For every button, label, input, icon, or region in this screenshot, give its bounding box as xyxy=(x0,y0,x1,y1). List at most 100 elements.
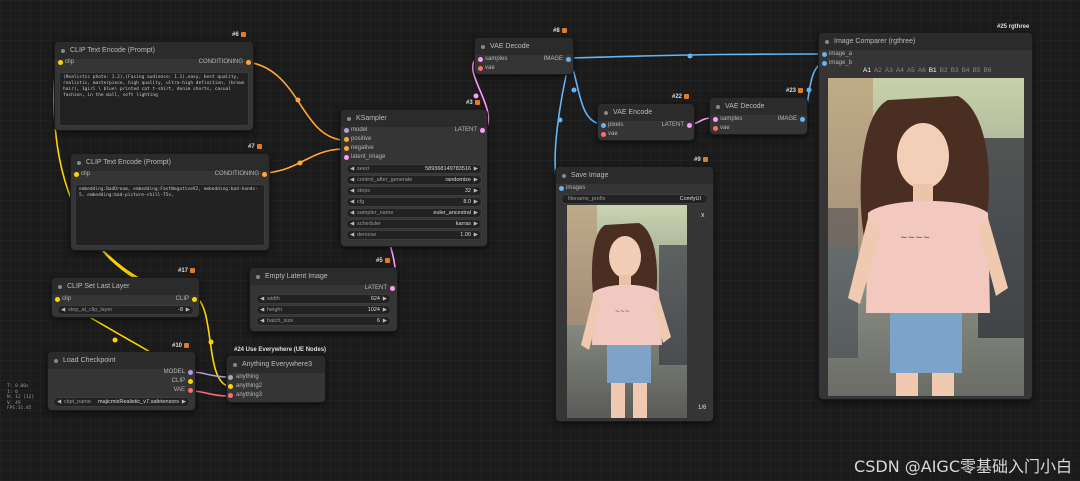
scheduler-widget[interactable]: ◀ scheduler karras ▶ xyxy=(346,219,482,229)
clip-output-socket[interactable] xyxy=(192,297,197,302)
previous-arrow-icon[interactable]: ◀ xyxy=(57,398,61,406)
vae-input-socket[interactable] xyxy=(478,66,483,71)
node-title[interactable]: Image Comparer (rgthree) xyxy=(819,33,1032,50)
tab-a6[interactable]: A6 xyxy=(918,67,926,74)
comparer-image-preview[interactable]: ~~~~ xyxy=(828,78,1024,396)
previous-arrow-icon[interactable]: ◀ xyxy=(350,209,354,217)
stop-at-clip-layer-widget[interactable]: ◀ stop_at_clip_layer -8 ▶ xyxy=(57,305,194,315)
vae-output-socket[interactable] xyxy=(188,388,193,393)
image-output-socket[interactable] xyxy=(800,117,805,122)
latent-output-socket[interactable] xyxy=(687,123,692,128)
conditioning-output-socket[interactable] xyxy=(246,60,251,65)
node-title[interactable]: VAE Decode xyxy=(475,38,573,55)
previous-arrow-icon[interactable]: ◀ xyxy=(350,220,354,228)
increment-arrow-icon[interactable]: ▶ xyxy=(474,231,478,239)
node-title[interactable]: VAE Encode xyxy=(598,104,694,121)
steps-widget[interactable]: ◀ steps 32 ▶ xyxy=(346,186,482,196)
denoise-widget[interactable]: ◀ denoise 1.00 ▶ xyxy=(346,230,482,240)
ksampler-node[interactable]: KSampler model positive negative latent_… xyxy=(340,109,488,247)
tab-a3[interactable]: A3 xyxy=(885,67,893,74)
next-arrow-icon[interactable]: ▶ xyxy=(474,220,478,228)
vae-input-socket[interactable] xyxy=(601,132,606,137)
empty-latent-image-node[interactable]: Empty Latent Image LATENT ◀ width 624 ▶ ◀ he… xyxy=(249,267,398,332)
sampler-name-widget[interactable]: ◀ sampler_name euler_ancestral ▶ xyxy=(346,208,482,218)
height-widget[interactable]: ◀ height 1024 ▶ xyxy=(256,305,391,315)
tab-a5[interactable]: A5 xyxy=(907,67,915,74)
width-widget[interactable]: ◀ width 624 ▶ xyxy=(256,294,391,304)
latent-output-socket[interactable] xyxy=(480,128,485,133)
negative-input-socket[interactable] xyxy=(344,146,349,151)
vae-input-socket[interactable] xyxy=(713,126,718,131)
decrement-arrow-icon[interactable]: ◀ xyxy=(350,198,354,206)
tab-a2[interactable]: A2 xyxy=(874,67,882,74)
clip-output-socket[interactable] xyxy=(188,379,193,384)
clip-input-socket[interactable] xyxy=(74,172,79,177)
model-output-socket[interactable] xyxy=(188,370,193,375)
next-arrow-icon[interactable]: ▶ xyxy=(182,398,186,406)
images-input-socket[interactable] xyxy=(559,186,564,191)
node-title[interactable]: CLIP Set Last Layer xyxy=(52,278,199,295)
samples-input-socket[interactable] xyxy=(478,57,483,62)
increment-arrow-icon[interactable]: ▶ xyxy=(383,306,387,314)
tab-b2[interactable]: B2 xyxy=(940,67,948,74)
filename-prefix-widget[interactable]: filename_prefix ComfyUI xyxy=(561,194,708,204)
load-checkpoint-node[interactable]: Load Checkpoint MODEL CLIP VAE ◀ ckpt_na… xyxy=(47,351,196,411)
clip-text-encode-node-positive[interactable]: CLIP Text Encode (Prompt) clip CONDITION… xyxy=(54,41,254,131)
vae-decode-node-2[interactable]: VAE Decode samples vae IMAGE xyxy=(709,97,808,135)
node-title[interactable]: VAE Decode xyxy=(710,98,807,115)
increment-arrow-icon[interactable]: ▶ xyxy=(186,306,190,314)
prompt-textarea[interactable]: (Realistic photo: 1.2),(Facing audience:… xyxy=(59,72,249,126)
next-arrow-icon[interactable]: ▶ xyxy=(474,176,478,184)
increment-arrow-icon[interactable]: ▶ xyxy=(474,165,478,173)
decrement-arrow-icon[interactable]: ◀ xyxy=(350,187,354,195)
tab-b4[interactable]: B4 xyxy=(962,67,970,74)
anything-everywhere-node[interactable]: Anything Everywhere3 anything anything2 … xyxy=(226,355,326,403)
conditioning-output-socket[interactable] xyxy=(262,172,267,177)
tab-b6[interactable]: B6 xyxy=(983,67,991,74)
increment-arrow-icon[interactable]: ▶ xyxy=(474,198,478,206)
control-after-generate-widget[interactable]: ◀ control_after_generate randomize ▶ xyxy=(346,175,482,185)
tab-b1[interactable]: B1 xyxy=(929,67,937,74)
vae-decode-node[interactable]: VAE Decode samples vae IMAGE xyxy=(474,37,574,75)
seed-widget[interactable]: ◀ seed 589368149783516 ▶ xyxy=(346,164,482,174)
pixels-input-socket[interactable] xyxy=(601,123,606,128)
decrement-arrow-icon[interactable]: ◀ xyxy=(260,306,264,314)
node-title[interactable]: Anything Everywhere3 xyxy=(227,356,325,373)
previous-arrow-icon[interactable]: ◀ xyxy=(350,176,354,184)
batch-size-widget[interactable]: ◀ batch_size 6 ▶ xyxy=(256,316,391,326)
clip-text-encode-node-negative[interactable]: CLIP Text Encode (Prompt) clip CONDITION… xyxy=(70,153,270,251)
close-preview-icon[interactable]: x xyxy=(701,212,705,219)
tab-a4[interactable]: A4 xyxy=(896,67,904,74)
tab-b5[interactable]: B5 xyxy=(973,67,981,74)
anything2-input-socket[interactable] xyxy=(228,384,233,389)
increment-arrow-icon[interactable]: ▶ xyxy=(474,187,478,195)
node-title[interactable]: CLIP Text Encode (Prompt) xyxy=(55,42,253,59)
prompt-textarea[interactable]: embedding:BadDream, embedding:FastNegati… xyxy=(75,184,265,246)
anything3-input-socket[interactable] xyxy=(228,393,233,398)
node-title[interactable]: Load Checkpoint xyxy=(48,352,195,369)
increment-arrow-icon[interactable]: ▶ xyxy=(383,295,387,303)
tab-a1[interactable]: A1 xyxy=(863,67,871,74)
clip-set-last-layer-node[interactable]: CLIP Set Last Layer clip CLIP ◀ stop_at_… xyxy=(51,277,200,318)
latent-output-socket[interactable] xyxy=(390,286,395,291)
node-title[interactable]: Save Image xyxy=(556,167,713,184)
node-title[interactable]: CLIP Text Encode (Prompt) xyxy=(71,154,269,171)
node-title[interactable]: Empty Latent Image xyxy=(250,268,397,285)
samples-input-socket[interactable] xyxy=(713,117,718,122)
tab-b3[interactable]: B3 xyxy=(951,67,959,74)
node-title[interactable]: KSampler xyxy=(341,110,487,127)
model-input-socket[interactable] xyxy=(344,128,349,133)
decrement-arrow-icon[interactable]: ◀ xyxy=(260,317,264,325)
clip-input-socket[interactable] xyxy=(55,297,60,302)
clip-input-socket[interactable] xyxy=(58,60,63,65)
image-output-socket[interactable] xyxy=(566,57,571,62)
image-b-input-socket[interactable] xyxy=(822,61,827,66)
generated-image-preview[interactable]: ~~~ xyxy=(567,205,687,418)
decrement-arrow-icon[interactable]: ◀ xyxy=(260,295,264,303)
next-arrow-icon[interactable]: ▶ xyxy=(474,209,478,217)
cfg-widget[interactable]: ◀ cfg 8.0 ▶ xyxy=(346,197,482,207)
increment-arrow-icon[interactable]: ▶ xyxy=(383,317,387,325)
decrement-arrow-icon[interactable]: ◀ xyxy=(61,306,65,314)
latent-image-input-socket[interactable] xyxy=(344,155,349,160)
image-a-input-socket[interactable] xyxy=(822,52,827,57)
